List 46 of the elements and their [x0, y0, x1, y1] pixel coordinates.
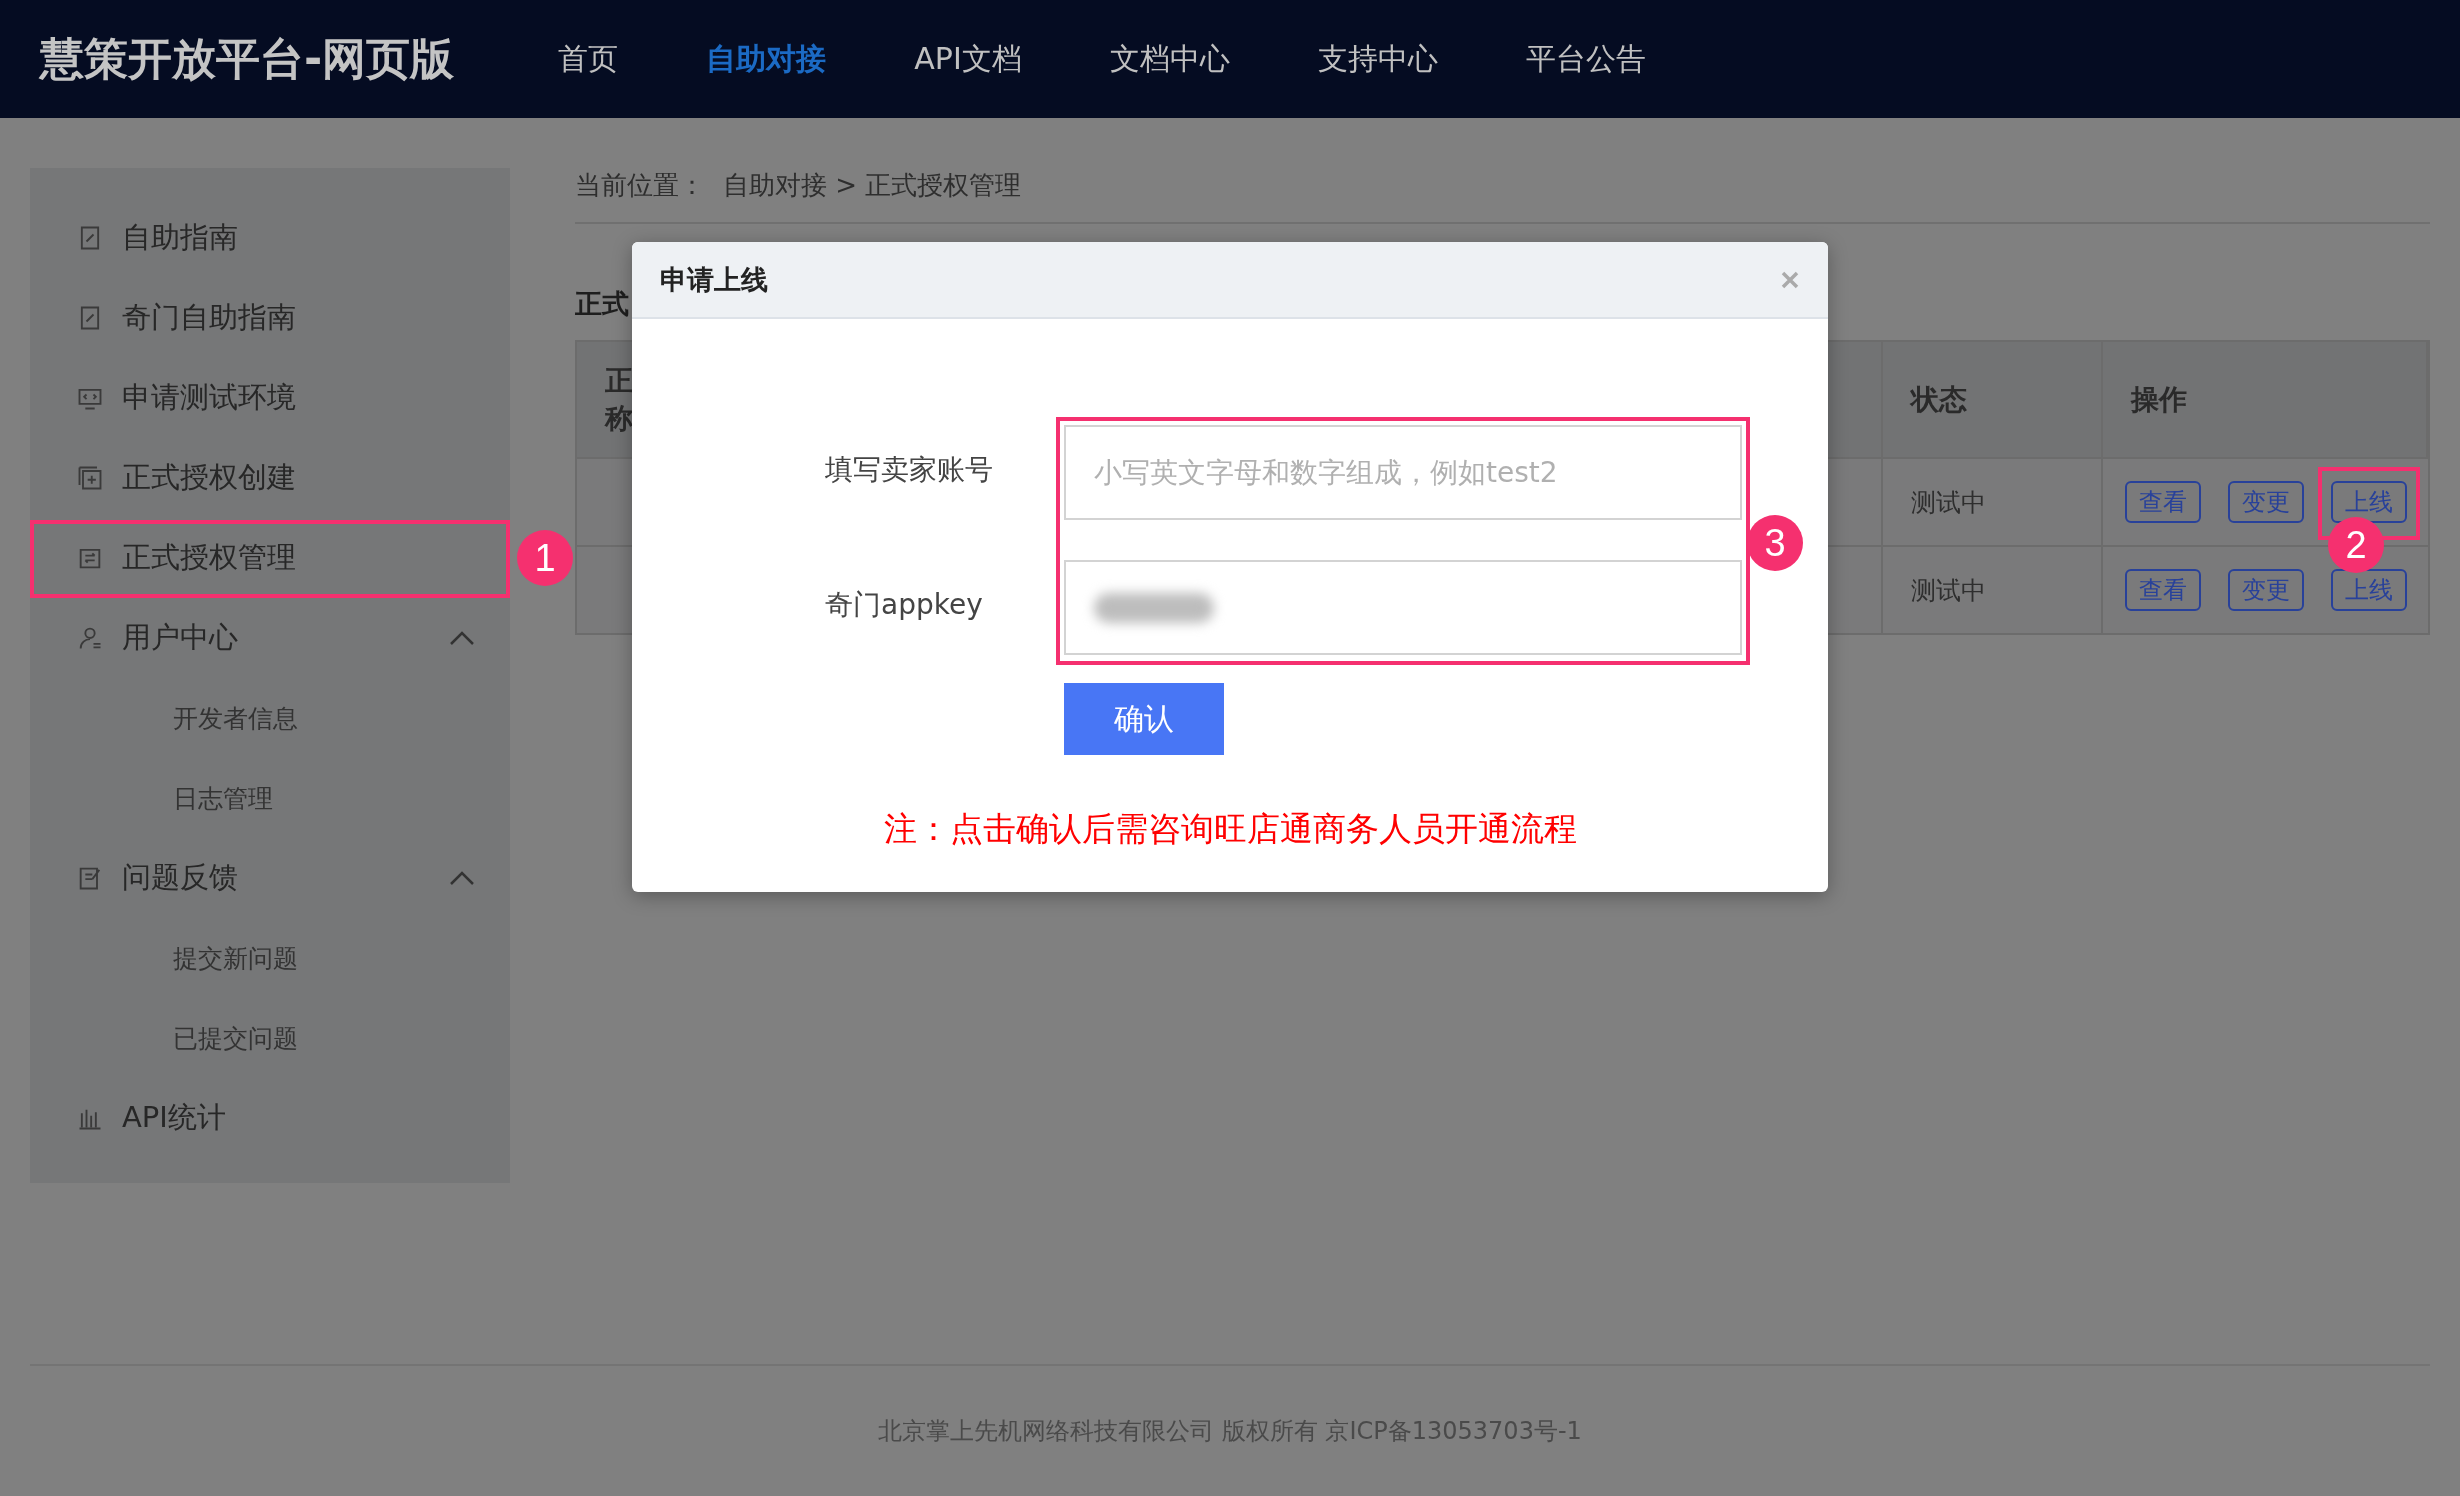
- breadcrumb-label: 当前位置：: [575, 169, 705, 202]
- step-badge: 1: [517, 530, 573, 586]
- column-header: 状态: [1911, 381, 1968, 418]
- field-label: 奇门appkey: [825, 587, 984, 623]
- step-badge: 2: [2328, 517, 2384, 573]
- nav-link[interactable]: 首页: [558, 38, 619, 80]
- site-title: 慧策开放平台-网页版: [40, 31, 455, 86]
- status-cell-text: 测试中: [1911, 574, 1986, 607]
- input-field[interactable]: 小写英文字母和数字组成，例如test2: [1064, 425, 1742, 520]
- column-header: 操作: [2131, 381, 2188, 418]
- action-button[interactable]: 查看: [2125, 481, 2201, 523]
- section-title: 正式: [575, 287, 629, 321]
- sidebar-subitem[interactable]: 已提交问题: [30, 998, 510, 1078]
- sidebar-subitem[interactable]: 开发者信息: [30, 678, 510, 758]
- sidebar-item[interactable]: 奇门自助指南: [30, 278, 510, 358]
- nav-link[interactable]: 支持中心: [1317, 38, 1438, 80]
- input-field[interactable]: [1064, 560, 1742, 655]
- sidebar-subitem[interactable]: 日志管理: [30, 758, 510, 838]
- nav-link[interactable]: 自助对接: [706, 38, 827, 80]
- nav-link[interactable]: API文档: [914, 38, 1022, 80]
- add-window-icon: [76, 464, 104, 492]
- nav-link[interactable]: 平台公告: [1525, 38, 1646, 80]
- chevron-icon[interactable]: [448, 629, 476, 647]
- dialog-title: 申请上线: [660, 262, 768, 297]
- sidebar-item[interactable]: API统计: [30, 1078, 510, 1158]
- sidebar-item[interactable]: 自助指南: [30, 198, 510, 278]
- sidebar-subitem[interactable]: 提交新问题: [30, 918, 510, 998]
- sidebar-item[interactable]: 正式授权创建: [30, 438, 510, 518]
- sidebar-item[interactable]: 问题反馈: [30, 838, 510, 918]
- status-cell-text: 测试中: [1911, 486, 1986, 519]
- action-button[interactable]: 变更: [2228, 481, 2304, 523]
- sidebar-item[interactable]: 申请测试环境: [30, 358, 510, 438]
- column-header: 正: [605, 362, 634, 399]
- field-label: 填写卖家账号: [825, 452, 994, 488]
- nav-link[interactable]: 文档中心: [1109, 38, 1230, 80]
- action-button[interactable]: 变更: [2228, 569, 2304, 611]
- confirm-button[interactable]: 确认: [1064, 683, 1224, 755]
- action-button[interactable]: 查看: [2125, 569, 2201, 611]
- close-icon[interactable]: [1780, 269, 1800, 290]
- breadcrumb-path: 自助对接 > 正式授权管理: [723, 169, 1022, 202]
- action-button[interactable]: 上线: [2331, 569, 2407, 611]
- note-text: 注：点击确认后需咨询旺店通商务人员开通流程: [882, 808, 1578, 850]
- sidebar-item[interactable]: 用户中心: [30, 598, 510, 678]
- column-header: 称: [605, 400, 634, 437]
- step-badge: 3: [1747, 515, 1803, 571]
- chevron-icon[interactable]: [448, 869, 476, 887]
